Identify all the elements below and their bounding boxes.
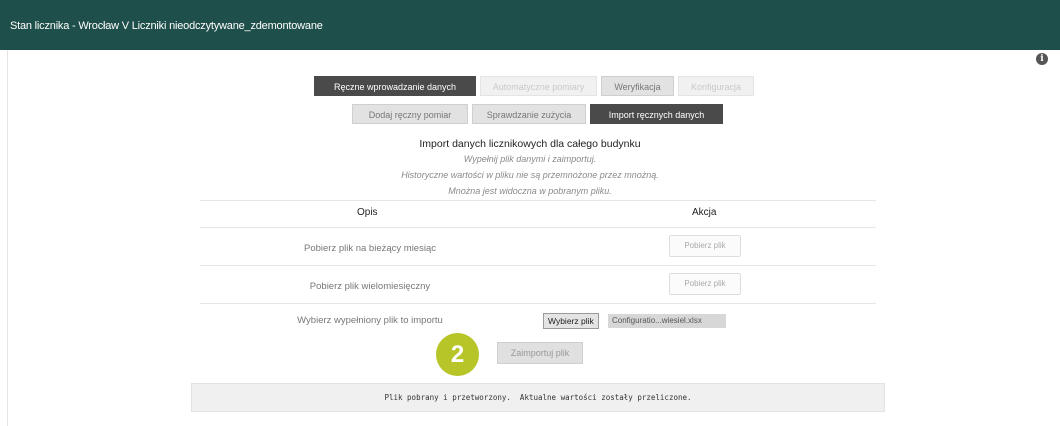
panel-left-border	[7, 50, 8, 426]
choose-file-button[interactable]: Wybierz plik	[543, 313, 599, 329]
window-title: Stan licznika - Wrocław V Liczniki nieod…	[10, 20, 323, 32]
tab-sprawdzanie-zuzycia[interactable]: Sprawdzanie zużycia	[472, 104, 586, 124]
status-message: Plik pobrany i przetworzony. Aktualne wa…	[191, 383, 885, 412]
selected-file-name: Configuratio...wiesiel.xlsx	[608, 314, 726, 328]
download-multi-month-button[interactable]: Pobierz plik	[669, 273, 741, 295]
import-hint-3: Mnożna jest widoczna w pobranym pliku.	[448, 186, 612, 196]
column-header-opis: Opis	[357, 207, 378, 218]
table-top-border	[200, 200, 876, 201]
import-section-title: Import danych licznikowych dla całego bu…	[419, 138, 641, 150]
row-label-current-month: Pobierz plik na bieżący miesiąc	[303, 243, 436, 254]
tab-import-recznych-danych[interactable]: Import ręcznych danych	[590, 104, 723, 124]
column-header-akcja: Akcja	[692, 207, 717, 218]
import-hint-2: Historyczne wartości w pliku nie są prze…	[401, 170, 659, 180]
info-icon[interactable]: i	[1036, 53, 1048, 65]
row-label-choose-file: Wybierz wypełniony plik to importu	[297, 315, 443, 326]
row-label-multi-month: Pobierz plik wielomiesięczny	[309, 281, 431, 292]
import-file-button[interactable]: Zaimportuj plik	[497, 342, 583, 364]
tab-dodaj-reczny-pomiar[interactable]: Dodaj ręczny pomiar	[352, 104, 468, 124]
table-header-divider	[200, 227, 876, 228]
table-row-divider	[200, 303, 876, 304]
step-badge: 2	[436, 333, 479, 376]
tab-weryfikacja[interactable]: Weryfikacja	[601, 76, 674, 96]
import-hint-1: Wypełnij plik danymi i zaimportuj.	[463, 154, 597, 164]
tab-automatyczne-pomiary[interactable]: Automatyczne pomiary	[480, 76, 597, 96]
tab-konfiguracja[interactable]: Konfiguracja	[678, 76, 754, 96]
table-row-divider	[200, 265, 876, 266]
window-titlebar: Stan licznika - Wrocław V Liczniki nieod…	[0, 0, 1060, 50]
tab-reczne-wprowadzanie[interactable]: Ręczne wprowadzanie danych	[314, 76, 476, 96]
download-current-month-button[interactable]: Pobierz plik	[669, 235, 741, 257]
